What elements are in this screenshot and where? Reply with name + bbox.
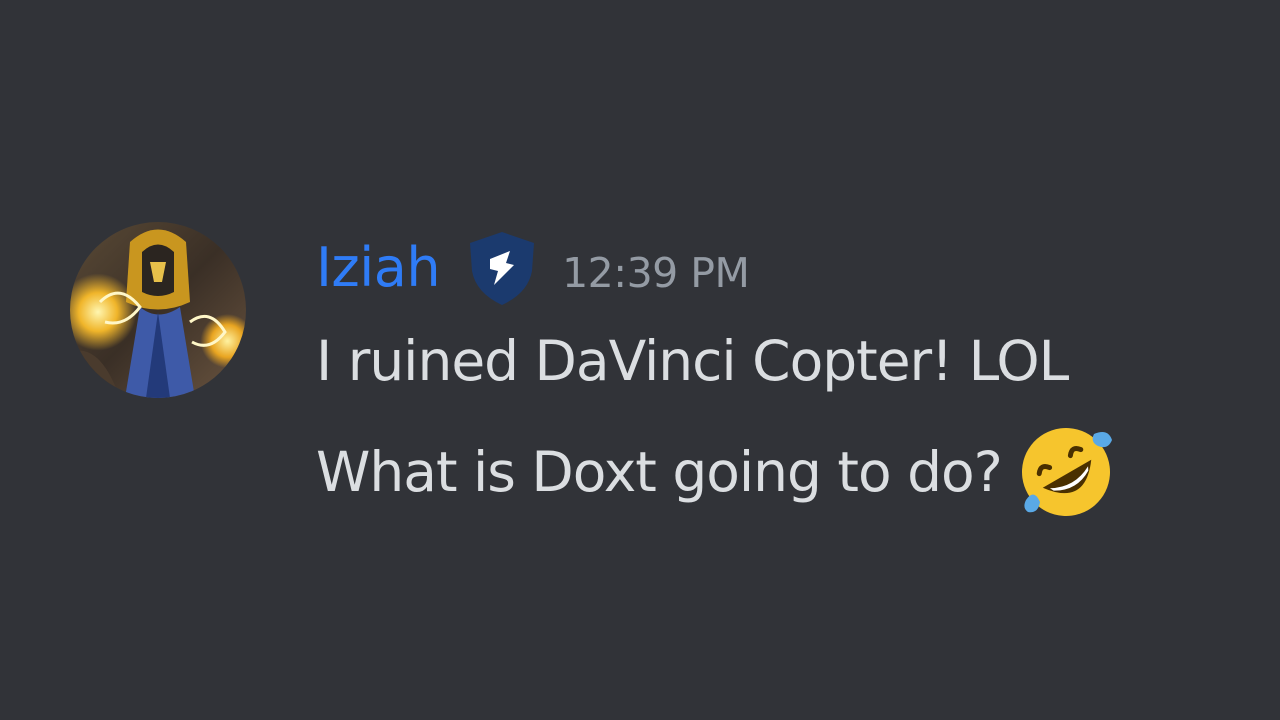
rolling-on-floor-laughing-emoji-icon <box>1016 422 1116 522</box>
chat-canvas: Iziah 12:39 PM I ruined DaVinci Copter! … <box>0 0 1280 720</box>
avatar-image <box>70 222 246 398</box>
message-timestamp: 12:39 PM <box>562 248 750 297</box>
username[interactable]: Iziah <box>316 241 441 295</box>
user-avatar[interactable] <box>70 222 246 398</box>
message-text: What is Doxt going to do? <box>316 439 1003 504</box>
message-header: Iziah 12:39 PM <box>316 228 750 308</box>
shield-badge-icon[interactable] <box>466 229 538 307</box>
message-line: I ruined DaVinci Copter! LOL <box>316 329 1069 393</box>
message-line: What is Doxt going to do? <box>316 422 1116 522</box>
message-text: I ruined DaVinci Copter! LOL <box>316 329 1069 393</box>
chat-message: Iziah 12:39 PM I ruined DaVinci Copter! … <box>70 222 1210 532</box>
